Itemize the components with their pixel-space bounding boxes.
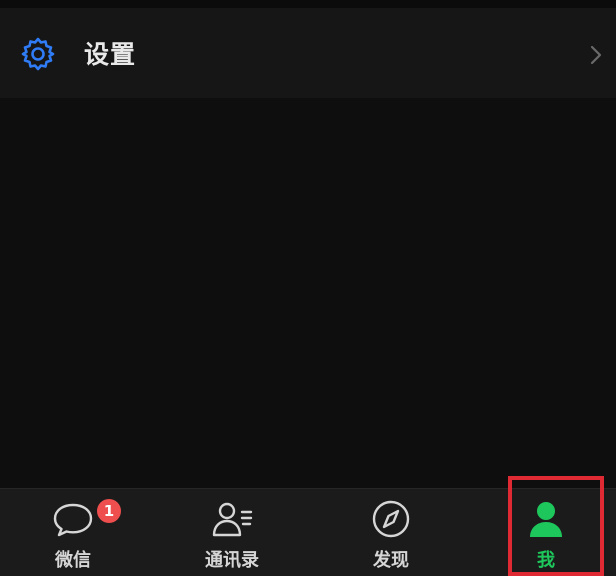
tab-contacts[interactable]: 通讯录 — [172, 489, 292, 576]
tab-chats-label: 微信 — [55, 550, 91, 571]
contacts-icon — [212, 502, 253, 537]
settings-row[interactable]: 设置 — [0, 8, 616, 98]
highlight-box — [508, 476, 604, 576]
gear-icon — [21, 37, 55, 71]
tab-discover-label: 发现 — [373, 550, 409, 571]
top-strip — [0, 0, 616, 8]
unread-badge: 1 — [97, 499, 121, 523]
tab-chats[interactable]: 1 微信 — [13, 489, 133, 576]
tab-discover[interactable]: 发现 — [331, 489, 451, 576]
chat-bubble-icon — [53, 503, 93, 537]
empty-content-area — [0, 98, 616, 488]
compass-icon — [372, 500, 410, 538]
me-page-screen: 设置 1 微信 通讯录 发现 我 — [0, 0, 616, 576]
chevron-right-icon — [590, 45, 602, 65]
settings-label: 设置 — [84, 40, 137, 69]
tab-contacts-label: 通讯录 — [205, 550, 259, 571]
